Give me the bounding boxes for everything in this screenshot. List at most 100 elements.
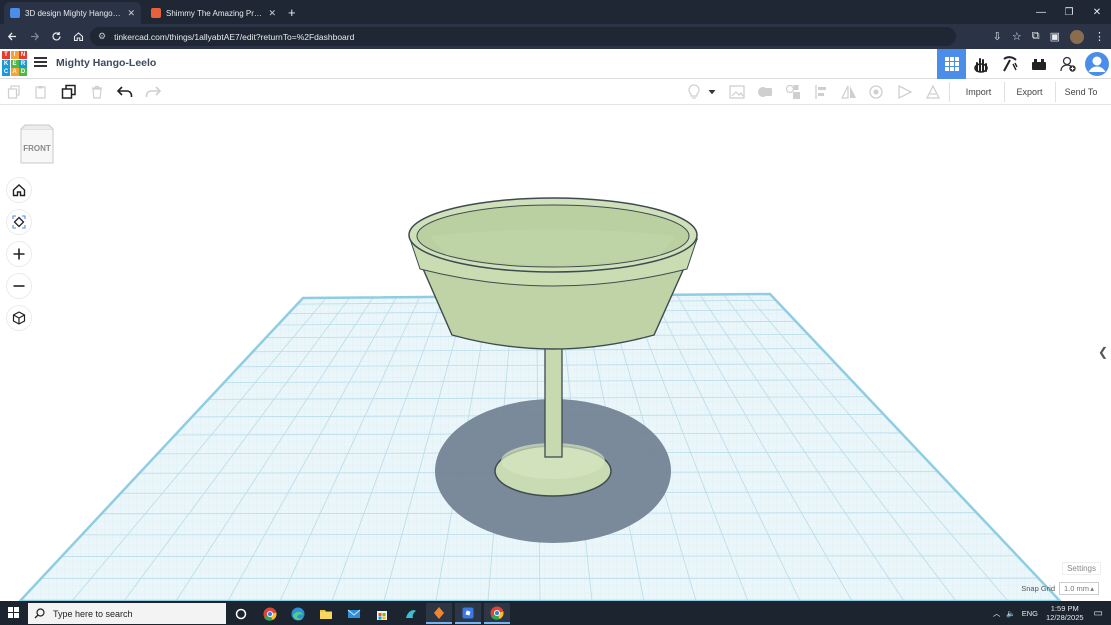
cruise-button[interactable] (868, 84, 884, 100)
close-tab-icon[interactable]: ✕ (268, 8, 276, 19)
redo-icon (145, 86, 161, 97)
minus-icon (13, 285, 25, 287)
home-button[interactable] (68, 27, 88, 47)
mail-taskbar-icon[interactable] (341, 603, 367, 624)
view-cube[interactable]: FRONT (18, 123, 56, 167)
install-app-icon[interactable]: ⇩ (993, 30, 1002, 43)
workplane-scene[interactable] (0, 105, 1111, 601)
logo-letter: D (19, 68, 27, 76)
plus-icon (13, 248, 25, 260)
flag-icon (898, 84, 913, 100)
extensions-icon[interactable]: ⧉ (1032, 30, 1040, 43)
fit-view-button[interactable] (6, 209, 32, 235)
browser-toolbar: ⚙ tinkercad.com/things/1allyabtAE7/edit?… (0, 24, 1111, 49)
close-tab-icon[interactable]: ✕ (127, 8, 135, 19)
side-panel-icon[interactable]: ▣ (1050, 30, 1060, 43)
chrome-active-taskbar-icon[interactable] (484, 603, 510, 624)
profile-avatar[interactable] (1070, 29, 1084, 44)
taskbar-search-box[interactable]: Type here to search (28, 603, 226, 624)
collapse-panel-chevron-icon[interactable]: ❮ (1098, 345, 1108, 359)
goblet-stem[interactable] (544, 344, 563, 458)
mirror-button[interactable] (841, 84, 857, 100)
ungroup-button[interactable] (785, 84, 801, 100)
cone-icon (925, 84, 941, 99)
reload-button[interactable] (46, 27, 66, 47)
address-bar[interactable]: ⚙ tinkercad.com/things/1allyabtAE7/edit?… (90, 27, 956, 46)
group-button[interactable] (757, 84, 773, 100)
pickaxe-icon (1002, 56, 1018, 72)
browser-tab-shimmy[interactable]: Shimmy The Amazing Printer | ✕ (145, 2, 282, 24)
task-view-icon[interactable] (228, 603, 254, 624)
file-explorer-taskbar-icon[interactable] (313, 603, 339, 624)
flag-button[interactable] (897, 84, 913, 100)
home-view-button[interactable] (6, 177, 32, 203)
design-list-icon[interactable] (34, 57, 47, 69)
bookmark-star-icon[interactable]: ☆ (1012, 30, 1022, 43)
notes-dropdown[interactable] (706, 84, 718, 100)
settings-button[interactable]: Settings (1062, 562, 1101, 575)
3d-design-view-button[interactable] (937, 49, 966, 79)
tinkercad-logo[interactable]: TIN KER CAD (2, 51, 27, 77)
chevron-up-icon[interactable]: ︿ (993, 608, 1001, 619)
align-button[interactable] (813, 84, 829, 100)
clock-date: 12/28/2025 (1046, 613, 1084, 622)
delete-button[interactable] (89, 84, 105, 100)
language-indicator[interactable]: ENG (1022, 609, 1038, 618)
copy-icon (7, 85, 20, 99)
app-taskbar-icon[interactable] (398, 603, 424, 624)
logo-letter: C (2, 68, 10, 76)
notifications-icon[interactable]: ▭ (1094, 608, 1103, 619)
sim-lab-button[interactable] (966, 49, 995, 79)
restore-button[interactable]: ❐ (1055, 0, 1083, 24)
duplicate-button[interactable] (61, 84, 77, 100)
notes-light-button[interactable] (686, 84, 702, 100)
export-button[interactable]: Export (1008, 83, 1051, 101)
roblox-taskbar-icon[interactable] (455, 603, 481, 624)
arrow-right-icon (30, 32, 39, 41)
forward-button[interactable] (24, 27, 44, 47)
workplane-viewport[interactable]: FRONT ❮ Settings Snap Grid 1.0 mm ▴ (0, 105, 1111, 601)
snap-grid-value: 1.0 mm (1064, 584, 1090, 593)
zoom-out-button[interactable] (6, 273, 32, 299)
import-button[interactable]: Import (956, 83, 1001, 101)
instructables-taskbar-icon[interactable] (426, 603, 452, 624)
workplane-button[interactable] (729, 84, 745, 100)
clock[interactable]: 1:59 PM 12/28/2025 (1046, 604, 1084, 622)
fit-icon (12, 215, 26, 229)
chrome-taskbar-icon[interactable] (257, 603, 283, 624)
logo-letter: A (10, 68, 19, 76)
cube-icon (12, 311, 26, 325)
windows-start-button[interactable] (8, 607, 20, 619)
add-user-icon (1059, 56, 1076, 72)
paste-button[interactable] (33, 84, 49, 100)
clock-time: 1:59 PM (1050, 604, 1079, 613)
bricks-button[interactable] (1024, 49, 1053, 79)
design-title[interactable]: Mighty Hango-Leelo (56, 57, 156, 69)
new-tab-button[interactable]: + (288, 5, 296, 20)
toolbar-divider (949, 82, 950, 102)
drop-button[interactable] (925, 84, 941, 100)
snap-grid-select[interactable]: 1.0 mm ▴ (1059, 582, 1099, 595)
zoom-in-button[interactable] (6, 241, 32, 267)
menu-dots-icon[interactable]: ⋮ (1094, 30, 1105, 43)
site-info-icon[interactable]: ⚙ (98, 31, 106, 42)
minimize-button[interactable]: — (1027, 0, 1055, 24)
store-taskbar-icon[interactable] (369, 603, 395, 624)
undo-button[interactable] (117, 84, 133, 100)
volume-icon[interactable]: 🔈 (1006, 609, 1015, 618)
blocks-button[interactable] (995, 49, 1024, 79)
user-avatar[interactable] (1082, 49, 1111, 79)
system-tray: ︿ 🔈 ENG 1:59 PM 12/28/2025 ▭ (993, 601, 1111, 625)
copy-button[interactable] (6, 84, 22, 100)
perspective-toggle-button[interactable] (6, 305, 32, 331)
send-to-button[interactable]: Send To (1058, 83, 1104, 101)
close-window-button[interactable]: ✕ (1083, 0, 1111, 24)
back-button[interactable] (2, 27, 22, 47)
logo-letter: E (10, 59, 19, 68)
edge-taskbar-icon[interactable] (285, 603, 311, 624)
window-controls: — ❐ ✕ (1027, 0, 1111, 24)
add-user-button[interactable] (1053, 49, 1082, 79)
browser-tab-tinkercad[interactable]: 3D design Mighty Hango-Leelo ✕ (4, 2, 141, 24)
redo-button[interactable] (145, 84, 161, 100)
logo-letter: N (19, 51, 27, 59)
